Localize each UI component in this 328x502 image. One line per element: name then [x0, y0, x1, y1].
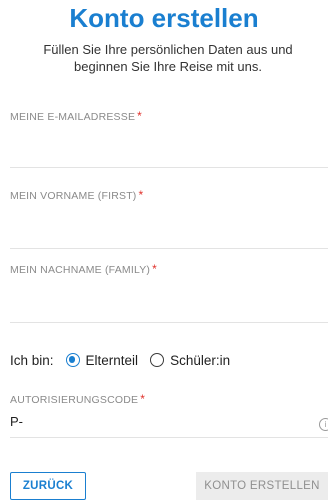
page-title: Konto erstellen: [69, 3, 259, 33]
back-button[interactable]: ZURÜCK: [10, 472, 86, 500]
radio-checked-icon[interactable]: [65, 353, 80, 367]
required-asterisk: *: [140, 392, 146, 406]
last-name-label-text: MEIN NACHNAME (FAMILY): [10, 264, 151, 276]
first-name-input[interactable]: [10, 202, 328, 249]
last-name-label: MEIN NACHNAME (FAMILY) *: [10, 262, 328, 276]
page-subtitle: Füllen Sie Ihre persönlichen Daten aus u…: [43, 42, 293, 74]
last-name-field-group: MEIN NACHNAME (FAMILY) *: [10, 262, 328, 323]
email-field-group: MEINE E-MAILADRESSE *: [10, 109, 328, 168]
role-selector: Ich bin: Elternteil Schüler:in: [10, 350, 242, 370]
required-asterisk: *: [152, 262, 158, 276]
radio-unchecked-icon[interactable]: [150, 353, 165, 367]
radio-student[interactable]: Schüler:in: [150, 353, 230, 368]
create-account-button[interactable]: KONTO ERSTELLEN: [196, 472, 328, 500]
required-asterisk: *: [137, 109, 143, 123]
auth-code-field-group: AUTORISIERUNGSCODE* i: [10, 392, 328, 438]
auth-code-label: AUTORISIERUNGSCODE *: [10, 392, 328, 406]
required-asterisk: *: [138, 188, 144, 202]
info-icon[interactable]: i: [319, 418, 328, 431]
role-label: Ich bin:: [10, 352, 54, 368]
radio-student-label: Schüler:in: [170, 352, 231, 368]
radio-parent-label: Elternteil: [85, 352, 139, 368]
email-label-text: MEINE E-MAILADRESSE: [10, 111, 136, 123]
email-label: MEINE E-MAILADRESSE *: [10, 109, 328, 123]
auth-code-input[interactable]: [10, 407, 328, 438]
first-name-field-group: MEIN VORNAME (FIRST) *: [10, 188, 328, 249]
auth-code-label-text: AUTORISIERUNGSCODE: [10, 394, 139, 406]
last-name-input[interactable]: [10, 276, 328, 323]
first-name-label: MEIN VORNAME (FIRST) *: [10, 188, 328, 202]
first-name-label-text: MEIN VORNAME (FIRST): [10, 190, 137, 202]
radio-parent[interactable]: Elternteil: [65, 352, 139, 368]
email-input[interactable]: [10, 123, 328, 168]
